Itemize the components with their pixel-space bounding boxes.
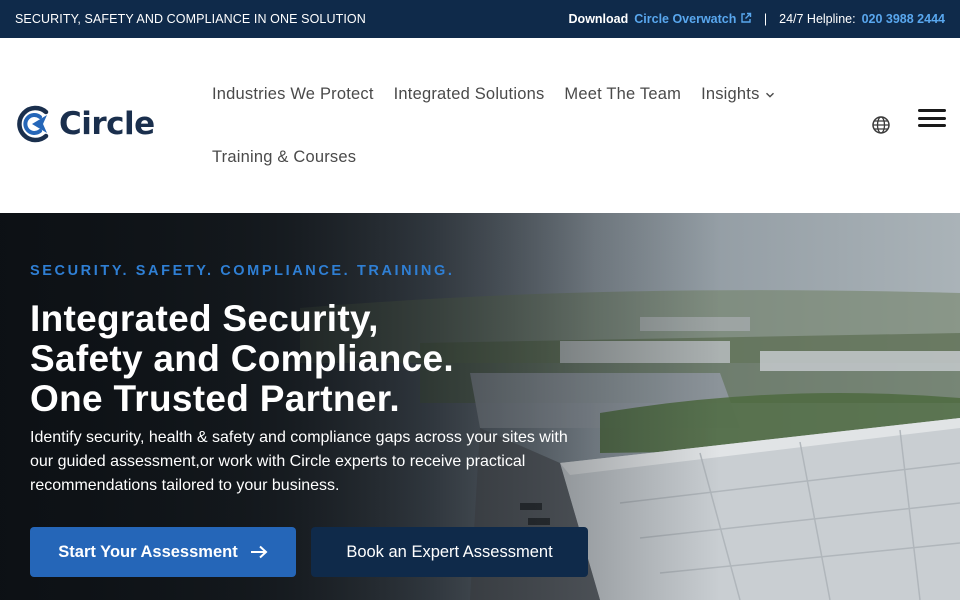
hero-eyebrow: SECURITY. SAFETY. COMPLIANCE. TRAINING.	[30, 263, 455, 279]
main-nav-second-row: Training & Courses	[212, 148, 356, 167]
hero-section: SECURITY. SAFETY. COMPLIANCE. TRAINING. …	[0, 213, 960, 600]
top-bar: SECURITY, SAFETY AND COMPLIANCE IN ONE S…	[0, 0, 960, 38]
circle-logo[interactable]: Circle	[16, 104, 155, 144]
hamburger-line	[918, 116, 946, 120]
main-nav: Industries We Protect Integrated Solutio…	[212, 85, 775, 104]
globe-icon[interactable]	[871, 115, 891, 135]
nav-item-label: Industries We Protect	[212, 85, 374, 103]
start-assessment-button[interactable]: Start Your Assessment	[30, 527, 296, 577]
hero-headline-line: One Trusted Partner.	[30, 378, 400, 419]
book-expert-assessment-button[interactable]: Book an Expert Assessment	[311, 527, 588, 577]
nav-item-label: Integrated Solutions	[393, 85, 545, 103]
hamburger-line	[918, 124, 946, 127]
circle-logo-icon	[17, 105, 49, 143]
nav-industries-we-protect[interactable]: Industries We Protect	[212, 85, 374, 104]
top-bar-tagline: SECURITY, SAFETY AND COMPLIANCE IN ONE S…	[15, 12, 366, 26]
book-expert-assessment-label: Book an Expert Assessment	[346, 542, 553, 561]
hero-headline: Integrated Security, Safety and Complian…	[30, 299, 454, 419]
nav-item-label: Insights	[701, 85, 760, 103]
site-header: Circle Industries We Protect Integrated …	[0, 38, 960, 213]
top-bar-links: Download Circle Overwatch | 24/7 Helplin…	[569, 12, 945, 26]
circle-overwatch-link[interactable]: Circle Overwatch	[634, 12, 752, 26]
nav-insights[interactable]: Insights	[701, 85, 774, 104]
hero-headline-line: Safety and Compliance.	[30, 338, 454, 379]
nav-training-courses[interactable]: Training & Courses	[212, 148, 356, 167]
download-label: Download	[568, 12, 629, 26]
circle-overwatch-link-label: Circle Overwatch	[634, 12, 737, 26]
nav-item-label: Meet The Team	[564, 85, 682, 103]
chevron-down-icon	[765, 92, 774, 98]
nav-integrated-solutions[interactable]: Integrated Solutions	[394, 85, 545, 104]
nav-meet-the-team[interactable]: Meet The Team	[564, 85, 681, 104]
external-link-icon	[741, 12, 752, 23]
start-assessment-label: Start Your Assessment	[58, 542, 238, 561]
hamburger-line	[918, 109, 946, 112]
logo-text: Circle	[59, 106, 155, 142]
top-bar-separator: |	[763, 12, 768, 26]
helpline-label: 24/7 Helpline:	[779, 12, 856, 26]
nav-item-label: Training & Courses	[212, 148, 357, 166]
hero-description: Identify security, health & safety and c…	[30, 429, 568, 494]
arrow-right-icon	[250, 545, 268, 559]
helpline-number-link[interactable]: 020 3988 2444	[862, 12, 945, 26]
hero-headline-line: Integrated Security,	[30, 298, 379, 339]
hamburger-icon[interactable]	[918, 107, 946, 129]
